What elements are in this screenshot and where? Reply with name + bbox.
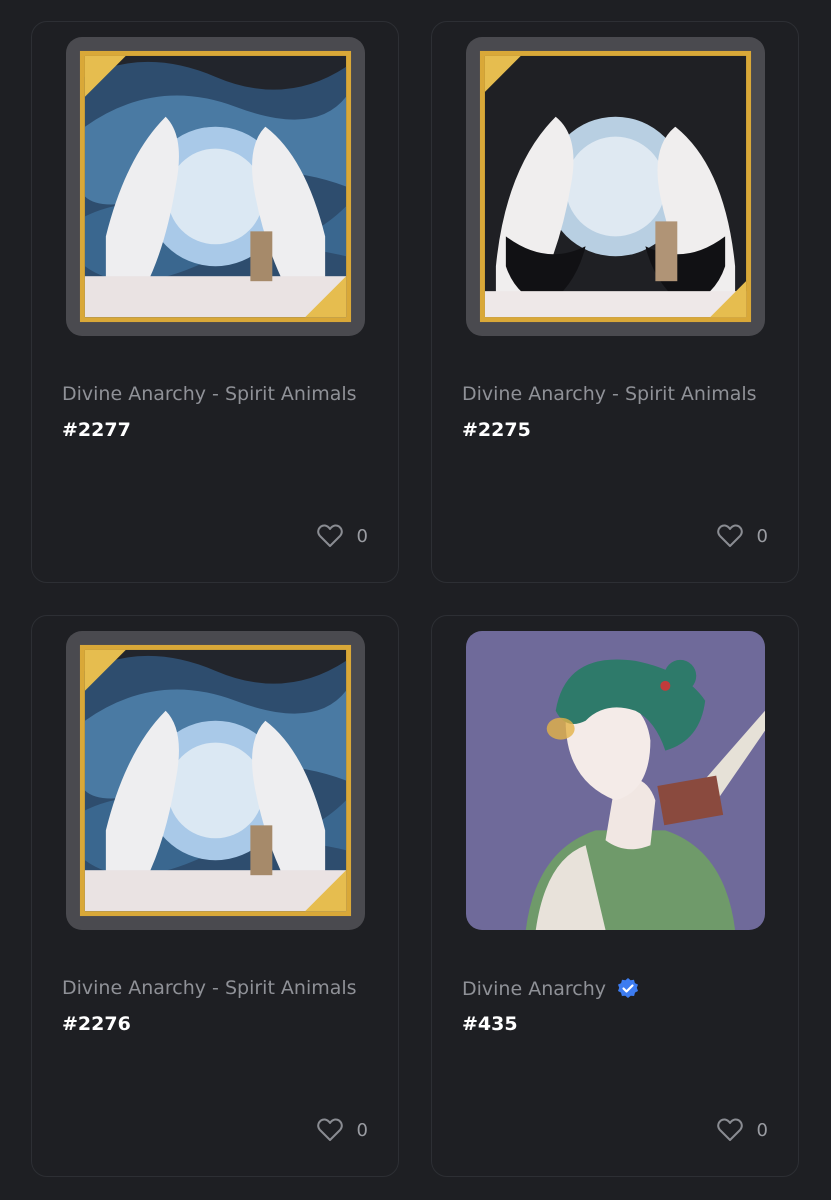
heart-icon[interactable] — [716, 1118, 743, 1142]
spirit-orb-artwork — [466, 37, 765, 336]
like-control[interactable]: 0 — [716, 524, 768, 548]
spirit-orb-artwork — [66, 631, 365, 930]
spirit-orb-artwork — [66, 37, 365, 336]
like-control[interactable]: 0 — [316, 524, 368, 548]
collection-name[interactable]: Divine Anarchy — [462, 977, 640, 1001]
token-id: #2277 — [62, 419, 131, 441]
collection-label[interactable]: Divine Anarchy — [462, 978, 606, 1000]
collection-name[interactable]: Divine Anarchy - Spirit Animals — [462, 383, 757, 405]
collection-name[interactable]: Divine Anarchy - Spirit Animals — [62, 383, 357, 405]
like-count: 0 — [356, 525, 368, 547]
nft-card[interactable]: Divine Anarchy - Spirit Animals #2277 0 — [31, 21, 399, 583]
token-id: #2275 — [462, 419, 531, 441]
heart-icon[interactable] — [716, 524, 743, 548]
token-id: #2276 — [62, 1013, 131, 1035]
collection-label[interactable]: Divine Anarchy - Spirit Animals — [462, 383, 757, 405]
heart-icon[interactable] — [316, 524, 343, 548]
nft-grid: Divine Anarchy - Spirit Animals #2277 0 — [0, 0, 831, 1200]
collection-label[interactable]: Divine Anarchy - Spirit Animals — [62, 383, 357, 405]
like-control[interactable]: 0 — [316, 1118, 368, 1142]
like-count: 0 — [756, 1119, 768, 1141]
nft-artwork[interactable] — [66, 631, 365, 930]
nft-artwork[interactable] — [466, 37, 765, 336]
nft-card[interactable]: Divine Anarchy - Spirit Animals #2276 0 — [31, 615, 399, 1177]
verified-badge-icon — [618, 978, 639, 998]
heart-icon[interactable] — [316, 1118, 343, 1142]
like-count: 0 — [356, 1119, 368, 1141]
nft-card[interactable]: Divine Anarchy #435 0 — [431, 615, 799, 1177]
collection-label[interactable]: Divine Anarchy - Spirit Animals — [62, 977, 357, 999]
token-id: #435 — [462, 1013, 518, 1035]
collection-name[interactable]: Divine Anarchy - Spirit Animals — [62, 977, 357, 999]
character-artwork — [466, 631, 765, 930]
nft-artwork[interactable] — [66, 37, 365, 336]
like-count: 0 — [756, 525, 768, 547]
like-control[interactable]: 0 — [716, 1118, 768, 1142]
nft-card[interactable]: Divine Anarchy - Spirit Animals #2275 0 — [431, 21, 799, 583]
nft-artwork[interactable] — [466, 631, 765, 930]
